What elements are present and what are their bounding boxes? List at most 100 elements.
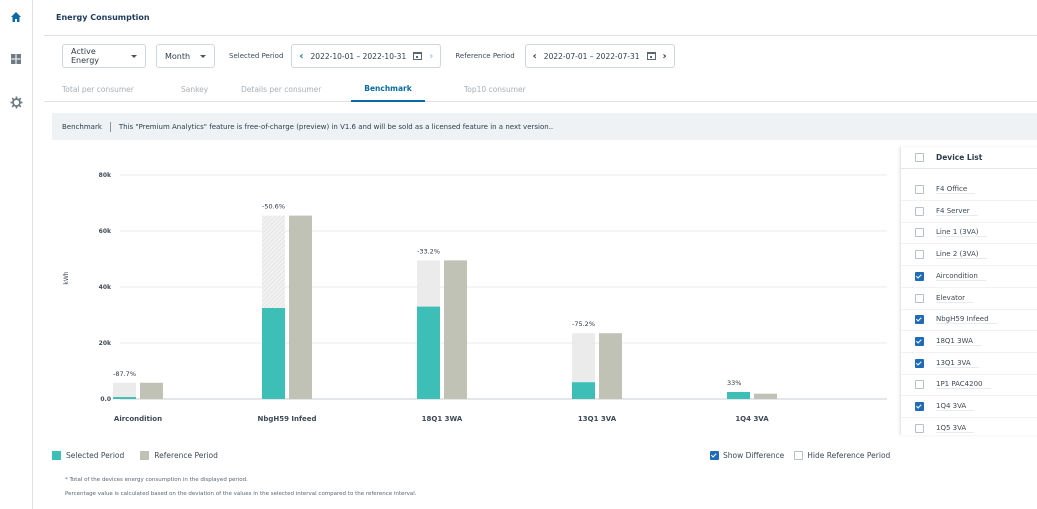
difference-label: -50.6% <box>262 203 285 211</box>
legend-swatch-reference <box>140 450 150 460</box>
device-list-item[interactable]: Line 2 (3VA) <box>901 244 1037 267</box>
device-list-item[interactable]: 1Q5 3VA <box>901 418 1037 435</box>
show-difference-label: Show Difference <box>723 450 785 460</box>
dashboard-icon[interactable] <box>2 46 30 72</box>
next-period-button[interactable]: › <box>429 51 433 62</box>
device-checkbox[interactable] <box>915 250 924 260</box>
device-name: 1P1 PAC4200 <box>936 380 991 390</box>
page-header: Energy Consumption <box>44 0 1037 36</box>
device-list-item[interactable]: Line 1 (3VA) <box>901 222 1037 245</box>
tab-bar: Total per consumer Sankey Details per co… <box>44 76 1037 102</box>
selected-period-value: 2022-10-01 – 2022-10-31 <box>310 51 407 61</box>
previous-reference-button[interactable]: ‹ <box>533 51 537 62</box>
granularity-select[interactable]: Month <box>156 44 215 68</box>
footnote-total: * Total of the devices energy consumptio… <box>65 477 248 483</box>
legend-swatch-selected <box>52 450 61 460</box>
reference-bar[interactable] <box>754 393 777 399</box>
granularity-select-value: Month <box>165 51 191 61</box>
x-tick-label: 1Q4 3VA <box>735 415 769 423</box>
reference-period-picker[interactable]: ‹ 2022-07-01 – 2022-07-31 › <box>524 44 675 68</box>
difference-bar <box>262 215 285 308</box>
device-checkbox[interactable] <box>915 271 924 281</box>
device-name: 13Q1 3VA <box>936 359 979 368</box>
x-tick-label: NbgH59 Infeed <box>257 415 316 423</box>
footnote-percentage: Percentage value is calculated based on … <box>65 491 417 497</box>
selected-period-label: Selected Period <box>229 52 284 60</box>
measure-select[interactable]: Active Energy <box>62 44 146 68</box>
selected-bar[interactable] <box>727 392 750 399</box>
device-list-item[interactable]: Aircondition <box>901 266 1037 288</box>
reference-period-value: 2022-07-01 – 2022-07-31 <box>543 51 640 61</box>
device-name: F4 Server <box>936 207 978 216</box>
device-list-item[interactable]: 1P1 PAC4200 <box>901 374 1037 397</box>
reference-bar[interactable] <box>289 215 312 399</box>
show-difference-option[interactable]: Show Difference <box>710 450 785 460</box>
device-name: Line 1 (3VA) <box>936 228 987 238</box>
chevron-down-icon <box>200 54 206 58</box>
hide-reference-option[interactable]: Hide Reference Period <box>794 450 891 460</box>
legend-label-selected: Selected Period <box>66 450 125 460</box>
device-list-item[interactable]: 13Q1 3VA <box>901 353 1037 375</box>
reference-bar[interactable] <box>444 260 467 399</box>
selected-bar[interactable] <box>113 397 136 399</box>
hide-reference-label: Hide Reference Period <box>807 450 891 460</box>
device-list-panel: Device List F4 Office F4 Server Line 1 (3V… <box>900 147 1037 435</box>
tab-details-per-consumer[interactable]: Details per consumer <box>241 76 321 102</box>
legend-item-reference: Reference Period <box>140 450 218 460</box>
next-reference-button[interactable]: › <box>663 51 667 62</box>
device-checkbox[interactable] <box>915 315 924 325</box>
device-checkbox[interactable] <box>915 336 924 346</box>
x-tick-label: Aircondition <box>114 415 162 423</box>
selected-bar[interactable] <box>417 306 440 399</box>
device-list-item[interactable]: 18Q1 3WA <box>901 331 1037 353</box>
home-icon[interactable] <box>2 4 30 30</box>
selected-period-picker[interactable]: ‹ 2022-10-01 – 2022-10-31 › <box>291 44 442 68</box>
difference-label: 33% <box>727 379 741 387</box>
difference-bar <box>417 260 440 307</box>
device-name: Elevator <box>936 294 974 303</box>
selected-bar[interactable] <box>572 382 595 399</box>
previous-period-button[interactable]: ‹ <box>299 51 303 62</box>
device-name: F4 Office <box>936 185 976 194</box>
reference-bar[interactable] <box>140 382 163 399</box>
device-name: 1Q5 3VA <box>936 424 975 433</box>
y-tick-label: 0.0 <box>100 396 111 403</box>
tab-sankey[interactable]: Sankey <box>181 76 208 102</box>
show-difference-checkbox[interactable] <box>710 450 719 460</box>
selected-bar[interactable] <box>262 308 285 399</box>
device-list-item[interactable]: F4 Server <box>901 201 1037 223</box>
device-checkbox[interactable] <box>915 358 924 368</box>
chart-options: Show Difference Hide Reference Period <box>710 449 890 461</box>
reference-period-label: Reference Period <box>455 52 515 60</box>
gear-icon[interactable] <box>2 89 30 115</box>
device-list-item[interactable]: F4 Office <box>901 179 1037 201</box>
device-checkbox[interactable] <box>915 185 924 194</box>
select-all-checkbox[interactable] <box>915 153 924 162</box>
device-checkbox[interactable] <box>915 228 924 238</box>
benchmark-chart: 0.0 20k 40k 60k 80k -87.7% Aircondition -50.6%… <box>63 172 887 423</box>
info-banner: Benchmark This "Premium Analytics" featu… <box>52 113 1037 140</box>
device-checkbox[interactable] <box>915 423 924 433</box>
legend-label-reference: Reference Period <box>154 450 218 460</box>
calendar-icon[interactable] <box>413 52 423 60</box>
device-checkbox[interactable] <box>915 293 924 303</box>
device-checkbox[interactable] <box>915 206 924 216</box>
page-title: Energy Consumption <box>56 13 150 22</box>
hide-reference-checkbox[interactable] <box>794 450 804 460</box>
calendar-icon[interactable] <box>646 52 656 60</box>
tab-total-per-consumer[interactable]: Total per consumer <box>62 76 134 102</box>
filter-bar: Active Energy Month Selected Period ‹ 20… <box>44 36 1037 76</box>
tab-top10-consumer[interactable]: Top10 consumer <box>464 76 526 102</box>
tab-benchmark[interactable]: Benchmark <box>351 76 425 102</box>
reference-bar[interactable] <box>599 333 622 399</box>
device-checkbox[interactable] <box>915 380 924 390</box>
device-checkbox[interactable] <box>915 402 924 411</box>
y-tick-label: 80k <box>99 172 112 179</box>
device-list-item[interactable]: NbgH59 Infeed <box>901 309 1037 332</box>
device-name: Line 2 (3VA) <box>936 250 987 260</box>
chart-legend: Selected Period Reference Period <box>52 449 218 461</box>
device-list-item[interactable]: 1Q4 3VA <box>901 396 1037 418</box>
app-root: Energy Consumption Active Energy Month S… <box>0 0 1037 509</box>
device-list-item[interactable]: Elevator <box>901 288 1037 310</box>
x-tick-label: 13Q1 3VA <box>578 415 617 423</box>
